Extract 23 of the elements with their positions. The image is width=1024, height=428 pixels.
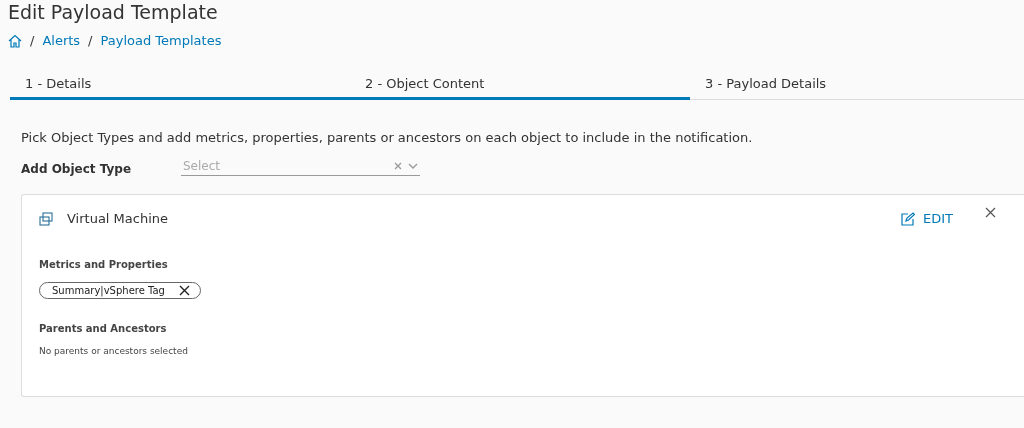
wizard-step[interactable]: 2 - Object Content bbox=[350, 76, 690, 100]
close-button[interactable] bbox=[985, 207, 996, 218]
edit-icon bbox=[901, 211, 915, 226]
clear-icon[interactable] bbox=[394, 162, 402, 170]
object-type-title: Virtual Machine bbox=[67, 211, 170, 226]
breadcrumb-link[interactable]: Alerts bbox=[42, 33, 81, 48]
instructions-text: Pick Object Types and add metrics, properties, parents or ancestors on each object to include in the notification. bbox=[21, 130, 754, 145]
breadcrumb-separator: / bbox=[88, 33, 93, 48]
wizard-step[interactable]: 3 - Payload Details bbox=[690, 76, 1024, 100]
section-heading: Metrics and Properties bbox=[39, 259, 169, 270]
field-label: Add Object Type bbox=[21, 162, 133, 176]
home-icon[interactable] bbox=[8, 33, 22, 48]
page-title: Edit Payload Template bbox=[8, 0, 219, 23]
section-heading: Parents and Ancestors bbox=[39, 323, 168, 334]
chevron-down-icon[interactable] bbox=[408, 163, 418, 169]
breadcrumb-separator: / bbox=[30, 33, 35, 48]
edit-button[interactable]: EDIT bbox=[901, 211, 953, 226]
empty-message: No parents or ancestors selected bbox=[39, 346, 189, 356]
virtual-machine-icon bbox=[39, 211, 53, 226]
breadcrumb-link[interactable]: Payload Templates bbox=[100, 33, 222, 48]
object-type-select[interactable]: Select bbox=[183, 159, 388, 173]
remove-icon[interactable] bbox=[178, 285, 190, 296]
wizard-step[interactable]: 1 - Details bbox=[10, 76, 350, 100]
